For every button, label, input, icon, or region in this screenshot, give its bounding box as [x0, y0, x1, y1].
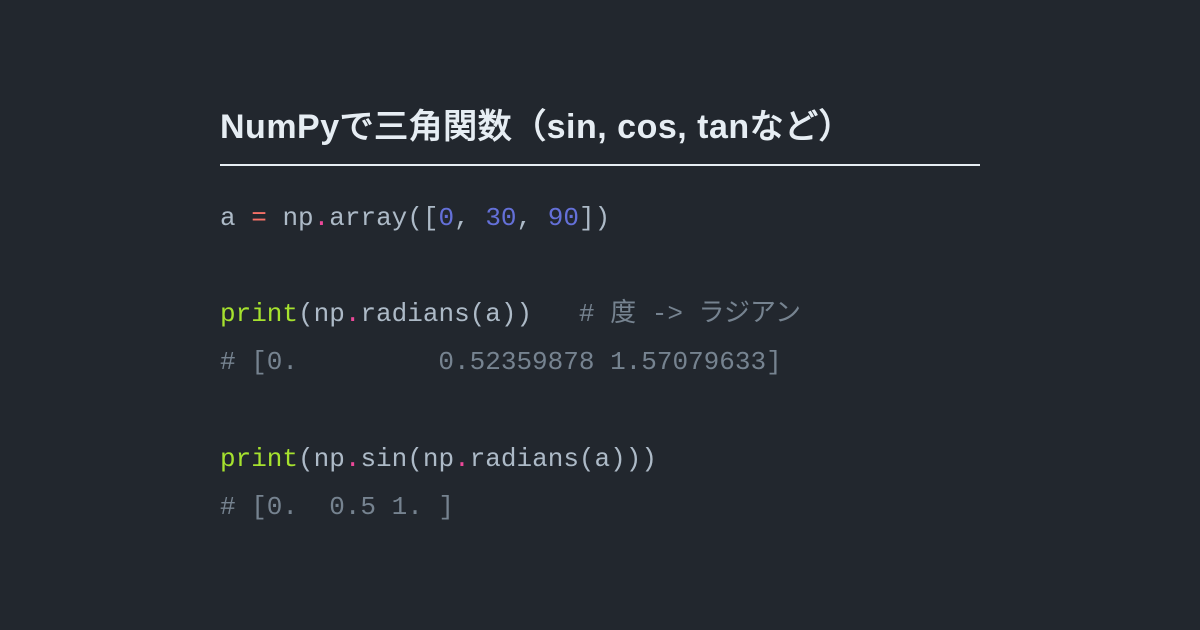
code-token: ( [298, 299, 314, 329]
code-token: ) [641, 444, 657, 474]
code-token: ( [407, 203, 423, 233]
code-token: np [423, 444, 454, 474]
code-token [532, 299, 579, 329]
code-token: ) [517, 299, 533, 329]
code-token: . [345, 299, 361, 329]
code-comment: # [0. 0.5 1. ] [220, 492, 454, 522]
code-token: print [220, 444, 298, 474]
code-token: 90 [548, 203, 579, 233]
code-token: a [595, 444, 611, 474]
code-token: ] [579, 203, 595, 233]
code-comment: # [0. 0.52359878 1.57079633] [220, 347, 782, 377]
code-token: sin [360, 444, 407, 474]
code-token: radians [470, 444, 579, 474]
code-token [236, 203, 252, 233]
code-token: radians [360, 299, 469, 329]
code-token: array [329, 203, 407, 233]
code-token [532, 203, 548, 233]
code-token: a [485, 299, 501, 329]
code-token: ) [626, 444, 642, 474]
code-token [470, 203, 486, 233]
code-token: ( [298, 444, 314, 474]
code-token: np [314, 299, 345, 329]
code-token: ( [470, 299, 486, 329]
code-token [267, 203, 283, 233]
code-token: ) [501, 299, 517, 329]
code-token: print [220, 299, 298, 329]
code-token: ) [595, 203, 611, 233]
code-token: ( [579, 444, 595, 474]
code-token: ( [407, 444, 423, 474]
code-token: [ [423, 203, 439, 233]
code-token: np [282, 203, 313, 233]
code-token: 30 [485, 203, 516, 233]
code-token: . [314, 203, 330, 233]
content-card: NumPyで三角関数（sin, cos, tanなど） a = np.array… [220, 99, 980, 531]
code-block: a = np.array([0, 30, 90]) print(np.radia… [220, 194, 980, 531]
code-token: . [345, 444, 361, 474]
code-token: , [454, 203, 470, 233]
code-token: . [454, 444, 470, 474]
code-token: a [220, 203, 236, 233]
code-token: = [251, 203, 267, 233]
code-token: ) [610, 444, 626, 474]
code-token: np [314, 444, 345, 474]
code-token: , [517, 203, 533, 233]
code-comment: # 度 -> ラジアン [579, 299, 801, 329]
page-title: NumPyで三角関数（sin, cos, tanなど） [220, 99, 980, 166]
code-token: 0 [439, 203, 455, 233]
